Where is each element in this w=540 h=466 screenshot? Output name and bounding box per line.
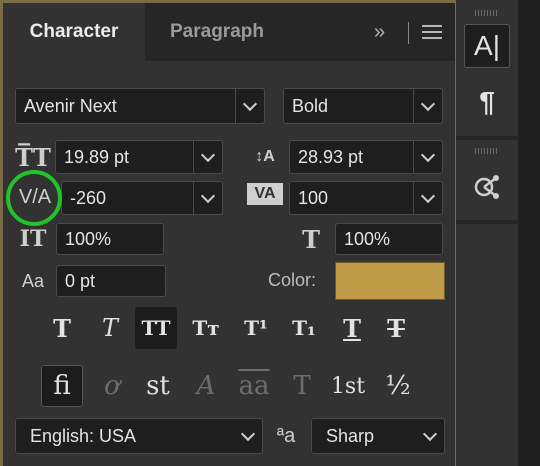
- kerning-field[interactable]: -260: [61, 181, 223, 215]
- faux-bold-button[interactable]: T: [41, 307, 83, 349]
- character-panel: Character Paragraph » Avenir Next Bold T…: [3, 3, 455, 466]
- paragraph-panel-button[interactable]: ¶: [464, 80, 510, 124]
- vertical-scale-value: 100%: [65, 228, 112, 249]
- antialias-value: Sharp: [326, 425, 375, 446]
- highlight-circle: [6, 170, 62, 226]
- horizontal-scale-value: 100%: [344, 228, 391, 249]
- chevron-down-icon[interactable]: [413, 88, 443, 124]
- faux-italic-button[interactable]: T: [89, 307, 131, 349]
- underline-button[interactable]: T: [331, 307, 373, 349]
- chevron-down-icon[interactable]: [233, 418, 263, 454]
- fractions-button[interactable]: ½: [377, 365, 419, 407]
- canvas-edge: [518, 0, 540, 466]
- font-family-select[interactable]: Avenir Next: [15, 88, 265, 124]
- properties-icon[interactable]: [464, 164, 510, 210]
- dock-grip[interactable]: [475, 148, 499, 154]
- tab-character[interactable]: Character: [3, 3, 145, 61]
- standard-ligatures-button[interactable]: fi: [41, 365, 83, 407]
- titling-alternates-button[interactable]: T: [281, 365, 323, 407]
- baseline-shift-value: 0 pt: [65, 270, 96, 291]
- chevron-down-icon[interactable]: [413, 181, 443, 215]
- small-caps-button[interactable]: Tт: [185, 307, 227, 349]
- kerning-value: -260: [70, 187, 107, 208]
- panel-menu-icon[interactable]: [422, 25, 442, 39]
- collapse-icon[interactable]: »: [374, 3, 385, 61]
- strikethrough-button[interactable]: T: [375, 307, 417, 349]
- baseline-shift-field[interactable]: 0 pt: [56, 265, 166, 297]
- chevron-down-icon[interactable]: [415, 418, 445, 454]
- discretionary-ligatures-button[interactable]: st: [137, 365, 179, 407]
- chevron-down-icon[interactable]: [193, 140, 223, 174]
- tab-paragraph[interactable]: Paragraph: [145, 3, 289, 61]
- subscript-button[interactable]: T₁: [283, 307, 325, 349]
- tab-separator: [408, 22, 409, 44]
- font-style-value: Bold: [292, 95, 329, 116]
- horizontal-scale-field[interactable]: 100%: [335, 223, 443, 255]
- tab-bar: Character Paragraph »: [3, 3, 455, 61]
- color-swatch[interactable]: [335, 262, 445, 300]
- stylistic-alternates-button[interactable]: aa: [233, 365, 275, 407]
- side-dock: A| ¶: [456, 0, 518, 466]
- chevron-down-icon[interactable]: [193, 181, 223, 215]
- all-caps-button[interactable]: TT: [135, 307, 177, 349]
- antialias-icon: ªa: [276, 424, 296, 447]
- vertical-scale-icon: IT: [19, 226, 47, 252]
- leading-value: 28.93 pt: [298, 146, 364, 167]
- vertical-scale-field[interactable]: 100%: [56, 223, 164, 255]
- horizontal-scale-icon: T: [302, 224, 320, 254]
- tracking-value: 100: [298, 187, 329, 208]
- font-family-value: Avenir Next: [24, 95, 117, 116]
- leading-icon: ↕A: [255, 148, 275, 165]
- swash-button[interactable]: A: [185, 365, 227, 407]
- chevron-down-icon[interactable]: [413, 140, 443, 174]
- tracking-field[interactable]: 100: [289, 181, 443, 215]
- language-value: English: USA: [30, 425, 137, 446]
- dock-divider: [456, 136, 518, 140]
- font-size-value: 19.89 pt: [64, 146, 130, 167]
- dock-divider: [456, 220, 518, 224]
- character-panel-button[interactable]: A|: [464, 24, 510, 68]
- language-select[interactable]: English: USA: [15, 418, 263, 454]
- chevron-down-icon[interactable]: [235, 88, 265, 124]
- font-size-field[interactable]: 19.89 pt: [55, 140, 223, 174]
- leading-field[interactable]: 28.93 pt: [289, 140, 443, 174]
- ordinals-button[interactable]: 1st: [327, 365, 369, 407]
- contextual-alternates-button[interactable]: ơ: [91, 365, 133, 407]
- color-label: Color:: [268, 270, 317, 290]
- tracking-icon: VA: [247, 183, 283, 205]
- font-style-select[interactable]: Bold: [283, 88, 443, 124]
- antialias-select[interactable]: Sharp: [311, 418, 445, 454]
- superscript-button[interactable]: T¹: [235, 307, 277, 349]
- baseline-shift-icon: Aa: [21, 270, 45, 291]
- dock-grip[interactable]: [475, 10, 499, 16]
